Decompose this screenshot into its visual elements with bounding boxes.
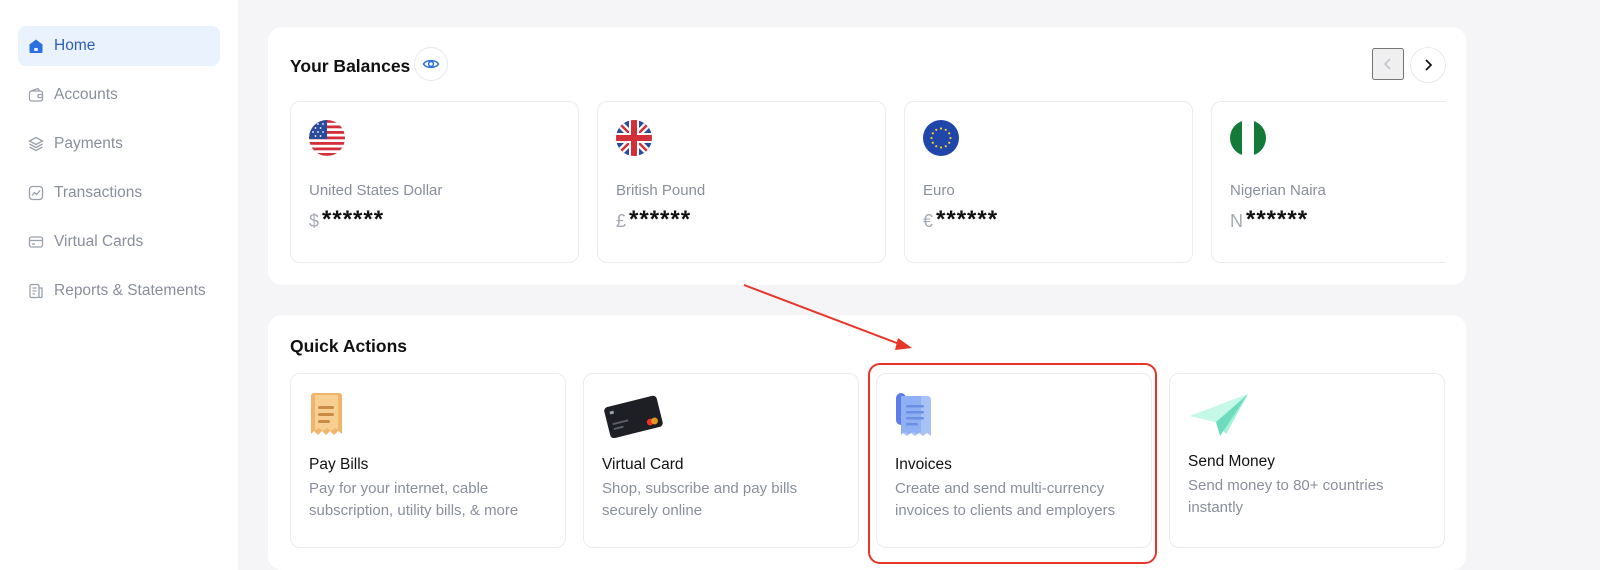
paper-plane-icon	[1188, 392, 1250, 438]
amount-row: $ ******	[309, 206, 384, 234]
carousel-prev-button[interactable]	[1372, 48, 1404, 80]
eu-flag-icon	[923, 120, 959, 156]
sidebar-item-accounts[interactable]: Accounts	[18, 75, 220, 115]
chart-icon	[28, 185, 44, 201]
masked-amount: ******	[936, 206, 999, 233]
balance-carousel: United States Dollar $ ****** British Po…	[290, 101, 1446, 263]
currency-symbol: $	[309, 211, 320, 231]
send-money-card[interactable]: Send Money Send money to 80+ countries i…	[1169, 373, 1445, 548]
report-icon	[28, 283, 44, 299]
currency-name: Euro	[923, 182, 955, 199]
sidebar-item-label: Reports & Statements	[54, 282, 206, 299]
amount-row: N ******	[1230, 206, 1308, 234]
sidebar-item-virtual-cards[interactable]: Virtual Cards	[18, 222, 220, 262]
quick-actions-panel: Quick Actions Pay Bills Pay for your int…	[268, 315, 1466, 570]
balance-card-usd[interactable]: United States Dollar $ ******	[290, 101, 579, 263]
chevron-left-icon	[1383, 58, 1391, 70]
action-title: Send Money	[1188, 453, 1276, 470]
action-description: Create and send multi-currency invoices …	[895, 480, 1116, 519]
masked-amount: ******	[1246, 206, 1309, 233]
balance-card-ngn[interactable]: Nigerian Naira N ******	[1211, 101, 1446, 263]
home-icon	[28, 38, 44, 54]
action-title: Virtual Card	[602, 456, 684, 473]
chevron-right-icon	[1425, 59, 1433, 71]
balance-card-gbp[interactable]: British Pound £ ******	[597, 101, 886, 263]
sidebar-item-label: Transactions	[54, 184, 143, 201]
currency-name: Nigerian Naira	[1230, 182, 1326, 199]
invoice-icon	[895, 392, 957, 438]
card-icon	[28, 234, 44, 250]
action-description: Send money to 80+ countries instantly	[1188, 477, 1384, 516]
toggle-visibility-button[interactable]	[414, 47, 448, 81]
eye-icon	[422, 59, 440, 69]
us-flag-icon	[309, 120, 345, 156]
masked-amount: ******	[322, 206, 385, 233]
credit-card-icon	[602, 392, 664, 439]
currency-name: United States Dollar	[309, 182, 443, 199]
sidebar-item-home[interactable]: Home	[18, 26, 220, 66]
sidebar-item-label: Accounts	[54, 86, 118, 103]
balances-title: Your Balances	[290, 56, 411, 76]
pay-bills-card[interactable]: Pay Bills Pay for your internet, cable s…	[290, 373, 566, 548]
sidebar-item-label: Payments	[54, 135, 123, 152]
action-description: Pay for your internet, cable subscriptio…	[309, 480, 519, 519]
action-description: Shop, subscribe and pay bills securely o…	[602, 480, 798, 519]
bill-receipt-icon	[309, 392, 371, 438]
balances-panel: Your Balances United States Dollar $ ***…	[268, 27, 1466, 285]
sidebar-item-transactions[interactable]: Transactions	[18, 173, 220, 213]
virtual-card-card[interactable]: Virtual Card Shop, subscribe and pay bil…	[583, 373, 859, 548]
quick-actions-title: Quick Actions	[290, 336, 408, 356]
sidebar: Home Accounts Payments Transactions Virt…	[0, 0, 238, 570]
layers-icon	[28, 136, 44, 152]
currency-name: British Pound	[616, 182, 706, 199]
currency-symbol: €	[923, 211, 934, 231]
masked-amount: ******	[629, 206, 692, 233]
amount-row: £ ******	[616, 206, 691, 234]
invoices-card[interactable]: Invoices Create and send multi-currency …	[876, 373, 1152, 548]
sidebar-item-reports[interactable]: Reports & Statements	[18, 271, 220, 311]
carousel-next-button[interactable]	[1410, 47, 1446, 83]
uk-flag-icon	[616, 120, 652, 156]
wallet-icon	[28, 87, 44, 103]
sidebar-item-payments[interactable]: Payments	[18, 124, 220, 164]
currency-symbol: £	[616, 211, 627, 231]
amount-row: € ******	[923, 206, 998, 234]
ng-flag-icon	[1230, 120, 1266, 156]
action-title: Pay Bills	[309, 456, 369, 473]
currency-symbol: N	[1230, 211, 1243, 231]
sidebar-item-label: Home	[54, 37, 96, 54]
action-title: Invoices	[895, 456, 952, 473]
balance-card-eur[interactable]: Euro € ******	[904, 101, 1193, 263]
sidebar-item-label: Virtual Cards	[54, 233, 144, 250]
